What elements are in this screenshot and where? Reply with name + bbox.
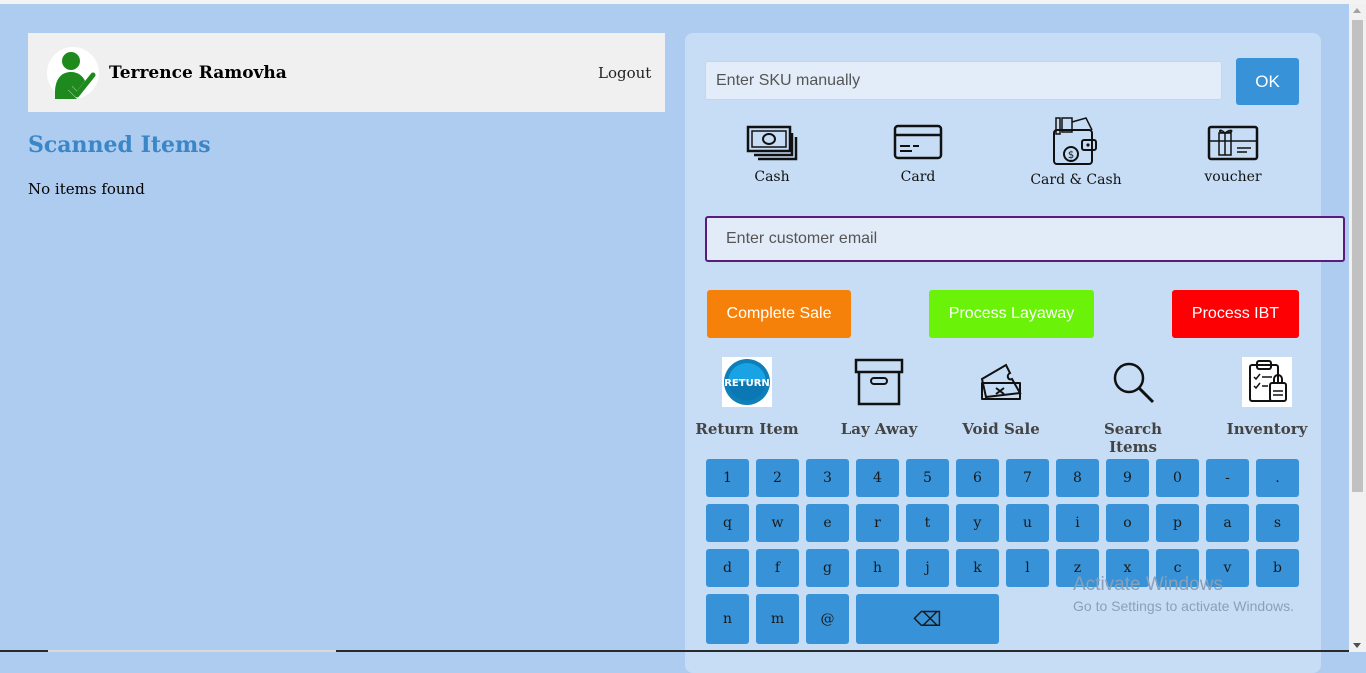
user-name: Terrence Ramovha [109,63,287,83]
payment-cash[interactable]: Cash [717,121,827,185]
key[interactable]: 5 [906,459,949,497]
scanned-items-title: Scanned Items [28,132,211,158]
voucher-icon [1207,125,1259,161]
key[interactable]: n [706,594,749,644]
key[interactable]: 7 [1006,459,1049,497]
process-layaway-button[interactable]: Process Layaway [929,290,1094,338]
key[interactable]: 1 [706,459,749,497]
clipboard-icon [1242,357,1292,407]
windows-activation-watermark: Activate Windows Go to Settings to activ… [1073,574,1294,614]
key[interactable]: k [956,549,999,587]
key[interactable]: i [1056,504,1099,542]
key[interactable]: o [1106,504,1149,542]
key[interactable]: t [906,504,949,542]
key[interactable]: - [1206,459,1249,497]
key[interactable]: 6 [956,459,999,497]
key[interactable]: j [906,549,949,587]
payment-voucher-label: voucher [1204,169,1262,185]
scroll-down-arrow-icon[interactable] [1353,643,1361,648]
customer-email-input[interactable] [705,216,1345,262]
key[interactable]: q [706,504,749,542]
key[interactable]: d [706,549,749,587]
payment-card[interactable]: Card [863,121,973,185]
complete-sale-button[interactable]: Complete Sale [707,290,851,338]
lay-away-label: Lay Away [840,420,918,438]
key[interactable]: f [756,549,799,587]
inventory-tool[interactable]: Inventory [1212,357,1322,438]
archive-box-icon [854,358,904,406]
empty-items-message: No items found [28,180,145,198]
key[interactable]: e [806,504,849,542]
return-badge-text: RETURN [724,378,770,389]
payment-card-label: Card [900,169,936,185]
key[interactable]: @ [806,594,849,644]
search-icon [1113,362,1155,404]
lay-away-tool[interactable]: Lay Away [824,357,934,438]
card-icon [893,124,943,160]
backspace-key[interactable]: ⌫ [856,594,999,644]
search-items-label: Search Items [1103,420,1163,456]
user-header: Terrence Ramovha Logout [28,33,665,112]
cash-icon [746,125,798,161]
return-icon: RETURN [722,357,772,407]
svg-text:$: $ [1068,150,1074,161]
key[interactable]: 4 [856,459,899,497]
wallet-icon: $ [1053,117,1097,165]
key[interactable]: u [1006,504,1049,542]
key[interactable]: 9 [1106,459,1149,497]
sku-input[interactable] [705,61,1222,100]
payment-voucher[interactable]: voucher [1178,121,1288,185]
key[interactable]: a [1206,504,1249,542]
scrollbar-thumb[interactable] [1352,20,1363,492]
search-items-tool[interactable]: Search Items [1078,357,1188,456]
key[interactable]: s [1256,504,1299,542]
scroll-up-arrow-icon[interactable] [1353,8,1361,13]
key[interactable]: . [1256,459,1299,497]
user-avatar-icon [47,47,99,99]
key[interactable]: 3 [806,459,849,497]
ok-button[interactable]: OK [1236,58,1299,105]
key[interactable]: 2 [756,459,799,497]
return-item-label: Return Item [695,420,799,438]
void-sale-tool[interactable]: Void Sale [946,357,1056,438]
logout-link[interactable]: Logout [598,64,651,82]
key[interactable]: r [856,504,899,542]
key[interactable]: 8 [1056,459,1099,497]
return-item-tool[interactable]: RETURN Return Item [692,357,802,438]
key[interactable]: p [1156,504,1199,542]
key[interactable]: l [1006,549,1049,587]
payment-cash-label: Cash [754,169,790,185]
process-ibt-button[interactable]: Process IBT [1172,290,1299,338]
key[interactable]: 0 [1156,459,1199,497]
key[interactable]: y [956,504,999,542]
vertical-scrollbar[interactable] [1349,4,1366,652]
key[interactable]: m [756,594,799,644]
watermark-line-2: Go to Settings to activate Windows. [1073,598,1294,614]
key[interactable]: w [756,504,799,542]
window-top-edge [0,0,1366,4]
payment-card-and-cash-label: Card & Cash [1030,172,1122,188]
inventory-label: Inventory [1226,420,1308,438]
void-ticket-icon [980,363,1022,400]
void-sale-label: Void Sale [962,420,1040,438]
key[interactable]: h [856,549,899,587]
payment-card-and-cash[interactable]: $ Card & Cash [1021,117,1131,188]
key[interactable]: g [806,549,849,587]
watermark-line-1: Activate Windows [1073,574,1223,595]
